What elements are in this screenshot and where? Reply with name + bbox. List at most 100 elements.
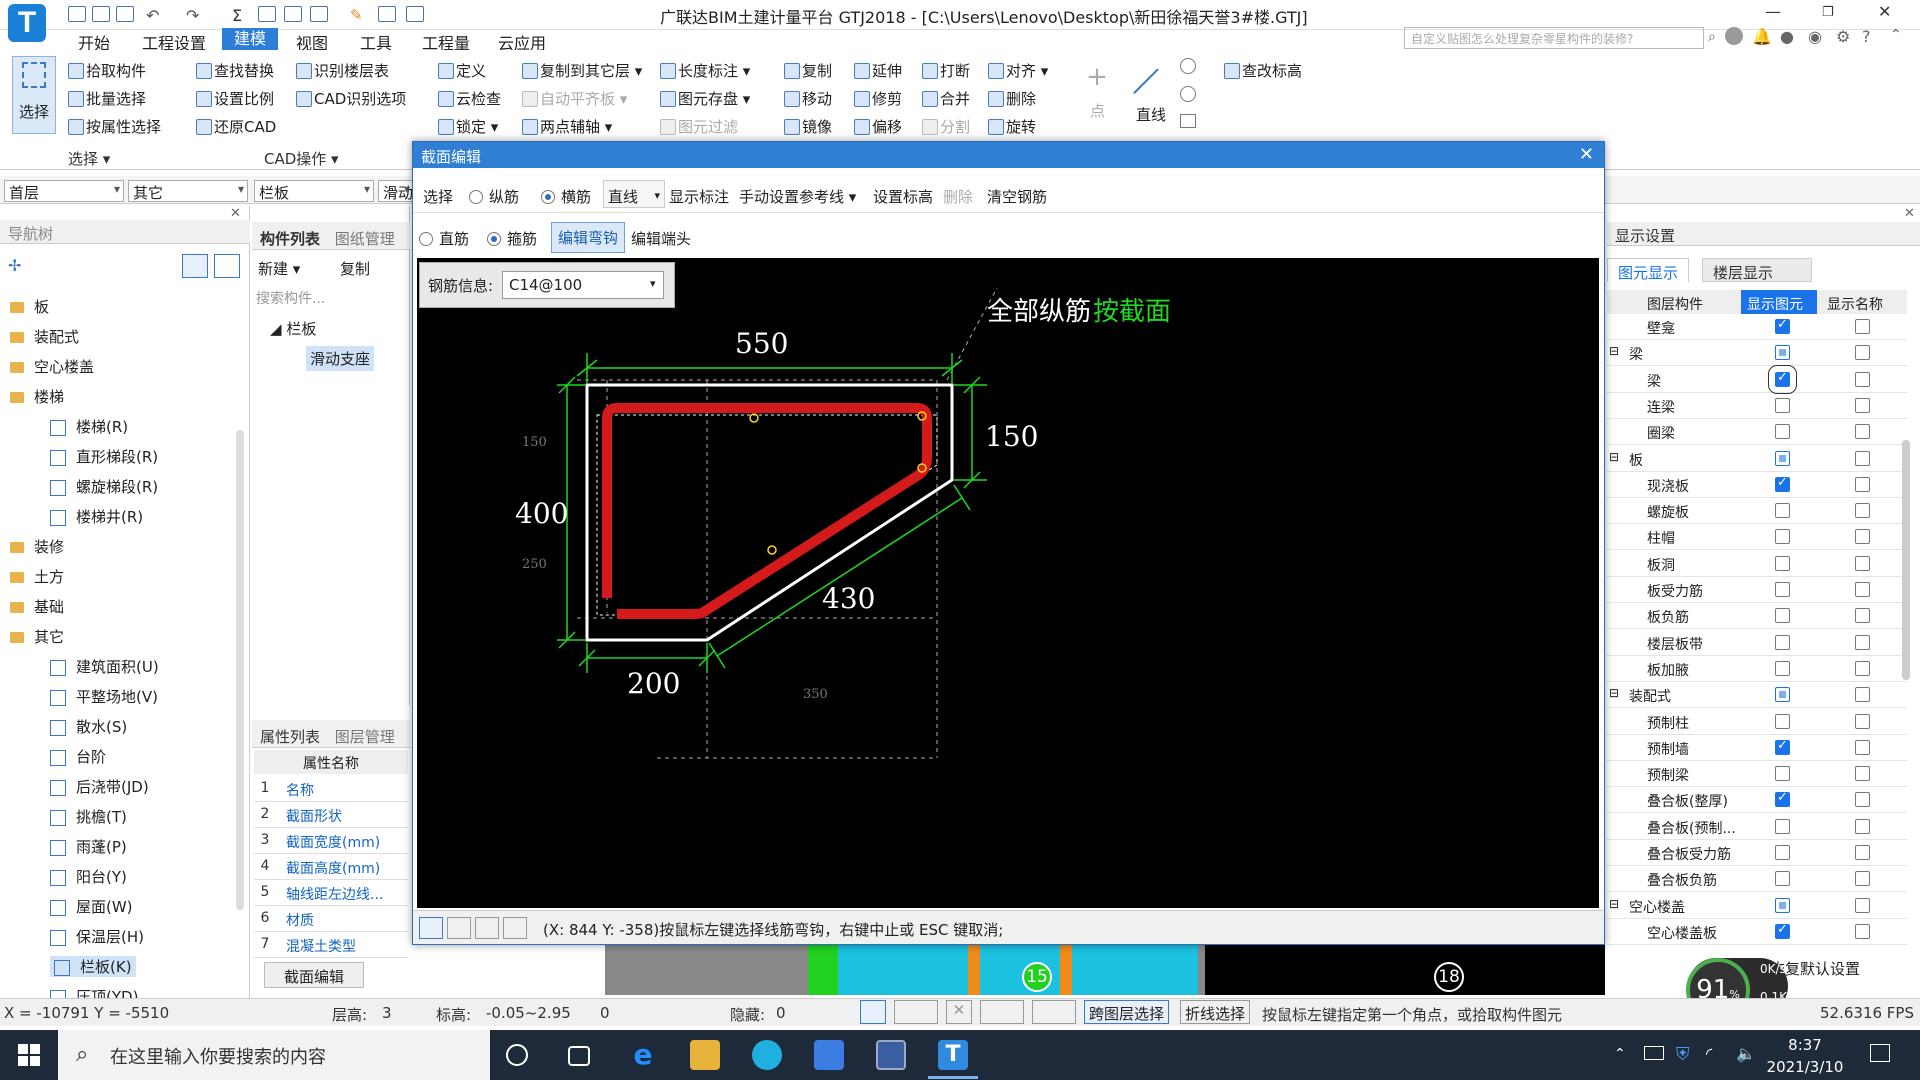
nav-item[interactable]: 基础 [10, 596, 64, 617]
ie-icon[interactable] [752, 1040, 782, 1070]
copy-component-button[interactable]: 复制 [340, 258, 370, 279]
tab-property-list[interactable]: 属性列表 [260, 728, 320, 746]
nav-item[interactable]: 建筑面积(U) [50, 656, 159, 677]
section-canvas[interactable]: 550 400 150 200 430 150 250 350 全部纵筋 按截面 [417, 258, 1599, 908]
clock-date[interactable]: 2021/3/10 [1760, 1058, 1850, 1076]
two-point-axis-button[interactable]: 两点辅轴 ▾ [520, 116, 612, 137]
nav-item[interactable]: 后浇带(JD) [50, 776, 149, 797]
select-group-label[interactable]: 选择 ▾ [68, 148, 110, 169]
open-file-icon[interactable] [92, 6, 110, 22]
section-edit-button[interactable]: 截面编辑 [264, 962, 364, 988]
angle-mode-icon[interactable] [980, 1000, 1024, 1024]
nav-item[interactable]: 台阶 [50, 746, 106, 767]
show-element-checkbox[interactable] [1775, 345, 1790, 361]
nav-close-icon[interactable]: ✕ [230, 206, 241, 221]
perp-icon[interactable] [475, 917, 499, 939]
nav-item[interactable]: 楼梯 [10, 386, 64, 407]
battery-icon[interactable] [1644, 1046, 1664, 1060]
show-name-checkbox[interactable] [1855, 766, 1870, 782]
show-element-checkbox[interactable] [1775, 450, 1790, 466]
nav-item[interactable]: 装修 [10, 536, 64, 557]
select-tool[interactable]: 选择 [423, 186, 453, 207]
delete-rebar-button[interactable]: 删除 [943, 186, 973, 207]
longitudinal-radio[interactable]: 纵筋 [469, 186, 519, 207]
restore-cad-button[interactable]: 还原CAD [194, 116, 276, 137]
edit-end-button[interactable]: 编辑端头 [631, 228, 691, 249]
gtj-app-icon[interactable]: T [938, 1040, 968, 1070]
new-file-icon[interactable] [68, 6, 86, 22]
view-icon[interactable] [284, 6, 302, 22]
break-button[interactable]: 打断 [920, 60, 970, 81]
list-view-icon[interactable] [182, 254, 208, 278]
snap-mode-icon[interactable] [894, 1000, 938, 1024]
show-name-checkbox[interactable] [1855, 818, 1870, 834]
nav-item[interactable]: 平整场地(V) [50, 686, 158, 707]
component-select[interactable]: 栏板 [254, 180, 374, 202]
check-icon[interactable] [310, 6, 328, 22]
redo-icon[interactable]: ↷ [186, 6, 204, 25]
chat-icon[interactable]: ● [1780, 27, 1794, 46]
menu-modeling[interactable]: 建模 [222, 28, 279, 50]
circle-icon[interactable] [1180, 86, 1196, 102]
cross-mode-icon[interactable]: ✕ [946, 1000, 972, 1024]
element-filter-button[interactable]: 图元过滤 [658, 116, 738, 137]
nav-item[interactable]: 板 [10, 296, 49, 317]
right-close-icon[interactable]: ✕ [1904, 206, 1915, 221]
arc-icon[interactable] [1180, 58, 1196, 74]
show-mark-button[interactable]: 显示标注 [669, 186, 729, 207]
prop-row[interactable]: 3 截面宽度(mm) [254, 828, 408, 854]
dialog-close-icon[interactable]: ✕ [1579, 144, 1594, 165]
notification-icon[interactable] [1870, 1044, 1890, 1062]
merge-button[interactable]: 合并 [920, 88, 970, 109]
cross-layer-select-button[interactable]: 跨图层选择 [1084, 1000, 1170, 1024]
show-element-checkbox[interactable] [1775, 555, 1790, 571]
file-explorer-icon[interactable] [690, 1040, 720, 1070]
cad-options-button[interactable]: CAD识别选项 [294, 88, 406, 109]
collapse-icon[interactable]: ⊟ [1609, 450, 1619, 464]
show-element-checkbox[interactable] [1775, 790, 1790, 808]
save-icon[interactable] [116, 6, 134, 22]
tab-component-list[interactable]: 构件列表 [260, 230, 320, 248]
show-name-checkbox[interactable] [1855, 871, 1870, 887]
show-name-checkbox[interactable] [1855, 923, 1870, 939]
nav-item[interactable]: 栏板(K) [50, 956, 136, 977]
show-element-checkbox[interactable] [1775, 529, 1790, 545]
extend-button[interactable]: 延伸 [852, 60, 902, 81]
show-name-checkbox[interactable] [1855, 450, 1870, 466]
polyline-select-button[interactable]: 折线选择 [1180, 1000, 1251, 1024]
show-element-checkbox[interactable] [1775, 687, 1790, 703]
stirrup-radio[interactable]: 箍筋 [487, 228, 537, 249]
prop-row[interactable]: 5 轴线距左边线... [254, 880, 408, 906]
show-element-checkbox[interactable] [1768, 364, 1797, 394]
point-label[interactable]: 点 [1090, 100, 1105, 121]
clock-time[interactable]: 8:37 [1770, 1036, 1840, 1054]
show-element-checkbox[interactable] [1775, 818, 1790, 834]
minimize-icon[interactable]: — [1765, 2, 1781, 21]
line-button[interactable]: 直线 [1136, 104, 1166, 125]
close-window-icon[interactable]: ✕ [1878, 2, 1891, 21]
show-element-checkbox[interactable] [1775, 608, 1790, 624]
show-name-checkbox[interactable] [1855, 476, 1870, 492]
prop-row[interactable]: 2 截面形状 [254, 802, 408, 828]
show-element-checkbox[interactable] [1775, 871, 1790, 887]
show-element-checkbox[interactable] [1775, 922, 1790, 939]
offset-mode-icon[interactable] [1032, 1000, 1076, 1024]
snap-icon[interactable] [447, 917, 471, 939]
collapse-icon[interactable]: ⊟ [1609, 344, 1619, 358]
split-button[interactable]: 分割 [920, 116, 970, 137]
settings-icon[interactable]: ⚙ [1836, 27, 1850, 46]
horizontal-radio[interactable]: 横筋 [541, 186, 591, 207]
line-type-select[interactable]: 直线 ▾ [603, 180, 665, 208]
show-element-checkbox[interactable] [1775, 582, 1790, 597]
edit-bend-button[interactable]: 编辑弯钩 [551, 222, 626, 253]
manual-ref-line-button[interactable]: 手动设置参考线 ▾ [739, 186, 856, 207]
collapse-icon[interactable]: ⊟ [1609, 897, 1619, 911]
tab-element-display[interactable]: 图元显示 [1607, 258, 1690, 282]
show-name-checkbox[interactable] [1855, 897, 1870, 913]
align-button[interactable]: 对齐 ▾ [986, 60, 1048, 81]
point-icon[interactable]: + [1082, 62, 1112, 92]
taskbar-search-input[interactable]: 在这里输入你要搜索的内容 [58, 1030, 490, 1080]
new-component-button[interactable]: 新建 ▾ [258, 258, 300, 279]
offset-button[interactable]: 偏移 [852, 116, 902, 137]
show-name-checkbox[interactable] [1855, 397, 1870, 413]
